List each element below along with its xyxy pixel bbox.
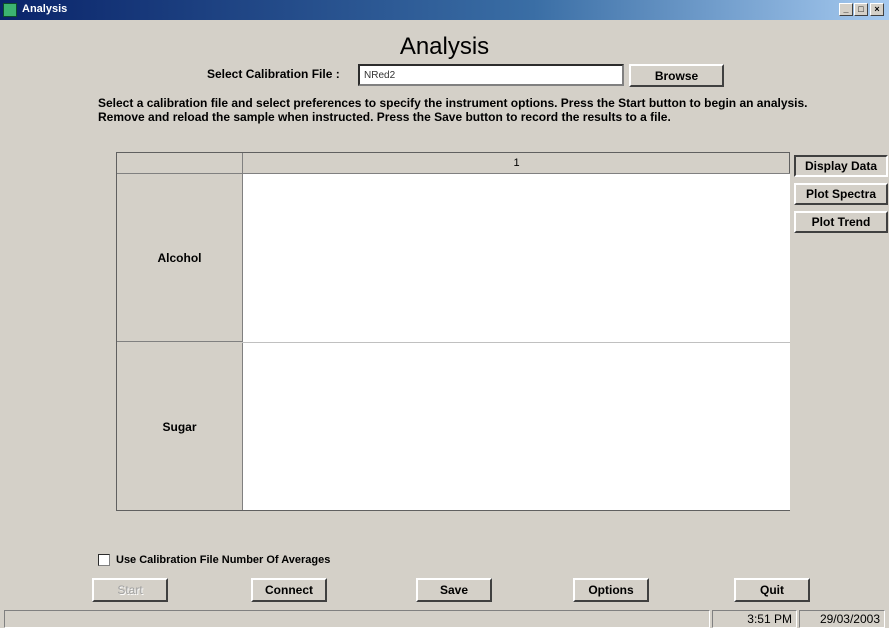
averages-option[interactable]: Use Calibration File Number Of Averages [98,554,331,567]
averages-checkbox-label: Use Calibration File Number Of Averages [116,554,331,566]
grid-corner [117,153,242,174]
browse-button[interactable]: Browse [629,64,724,87]
column-header: 1 [242,153,790,174]
save-button[interactable]: Save [416,578,492,602]
connect-button[interactable]: Connect [251,578,327,602]
row-header-sugar: Sugar [117,343,242,510]
status-date: 29/03/2003 [799,610,885,628]
page-title: Analysis [399,33,490,60]
row-header-alcohol: Alcohol [117,174,242,342]
calibration-file-label: Select Calibration File : [207,67,340,81]
options-button[interactable]: Options [573,578,649,602]
grid-cell-alcohol[interactable] [242,174,790,342]
status-bar: 3:51 PM 29/03/2003 [0,608,889,628]
calibration-file-input[interactable] [358,64,624,86]
plot-trend-button[interactable]: Plot Trend [794,211,888,233]
instructions-text: Select a calibration file and select pre… [98,96,808,124]
status-message-panel [4,610,710,628]
app-icon [3,3,17,17]
start-button[interactable]: Start [92,578,168,602]
status-time: 3:51 PM [712,610,797,628]
window-title: Analysis [22,3,68,15]
row-label: Sugar [162,419,197,434]
results-grid: 1 Alcohol Sugar [116,152,790,511]
quit-button[interactable]: Quit [734,578,810,602]
grid-cell-sugar[interactable] [242,343,790,510]
row-label: Alcohol [157,250,202,265]
minimize-button[interactable]: _ [839,3,853,16]
title-bar: Analysis _ □ × [0,0,889,20]
close-button[interactable]: × [870,3,884,16]
maximize-button[interactable]: □ [854,3,868,16]
plot-spectra-button[interactable]: Plot Spectra [794,183,888,205]
display-data-button[interactable]: Display Data [794,155,888,177]
averages-checkbox[interactable] [98,554,110,567]
